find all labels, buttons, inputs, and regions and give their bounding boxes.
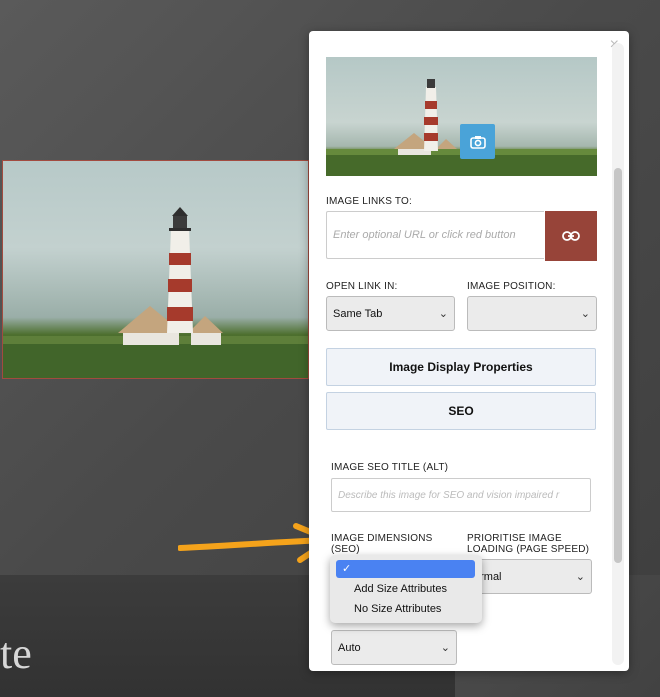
dropdown-option-add-size-attributes[interactable]: Add Size Attributes — [354, 583, 447, 595]
camera-icon — [469, 135, 486, 149]
image-seo-title-label: IMAGE SEO TITLE (ALT) — [331, 462, 449, 473]
panel-scrollbar[interactable] — [612, 43, 624, 665]
checkmark-icon: ✓ — [342, 563, 352, 575]
image-dimensions-label-sub: (SEO) — [331, 544, 360, 555]
prioritise-loading-label: PRIORITISE IMAGE — [467, 533, 562, 544]
image-alt-text-input[interactable] — [331, 478, 591, 512]
bottom-size-select[interactable]: Auto ⌄ — [331, 630, 457, 665]
chevron-down-icon: ⌄ — [438, 308, 448, 320]
chevron-down-icon: ⌄ — [440, 642, 450, 654]
open-link-in-value: Same Tab — [333, 307, 383, 320]
open-link-in-select[interactable]: Same Tab ⌄ — [326, 296, 455, 331]
chevron-down-icon: ⌄ — [580, 308, 590, 320]
chevron-down-icon: ⌄ — [575, 571, 585, 583]
prioritise-loading-label-sub: LOADING (PAGE SPEED) — [467, 544, 590, 555]
image-position-select[interactable]: ⌄ — [467, 296, 597, 331]
image-dimensions-dropdown: ✓ Add Size Attributes No Size Attributes — [330, 555, 482, 623]
change-image-button[interactable] — [460, 124, 495, 159]
dropdown-option-empty-selected[interactable]: ✓ — [336, 560, 475, 578]
bottom-size-value: Auto — [338, 641, 361, 654]
link-icon — [562, 231, 580, 241]
image-link-url-input[interactable] — [326, 211, 544, 259]
image-links-to-label: IMAGE LINKS TO: — [326, 196, 412, 207]
link-picker-button[interactable] — [545, 211, 597, 261]
page-heading-fragment: te — [0, 629, 32, 678]
lighthouse-illustration — [3, 207, 308, 378]
image-display-properties-button[interactable]: Image Display Properties — [326, 348, 596, 386]
page-image-lighthouse[interactable] — [2, 160, 309, 379]
image-position-label: IMAGE POSITION: — [467, 281, 556, 292]
scrollbar-thumb[interactable] — [614, 168, 622, 563]
image-preview-thumbnail[interactable] — [326, 57, 597, 176]
seo-section-button[interactable]: SEO — [326, 392, 596, 430]
open-link-in-label: OPEN LINK IN: — [326, 281, 398, 292]
dropdown-option-no-size-attributes[interactable]: No Size Attributes — [354, 603, 441, 615]
prioritise-loading-select[interactable]: ormal ⌄ — [467, 559, 592, 594]
image-dimensions-label: IMAGE DIMENSIONS — [331, 533, 433, 544]
